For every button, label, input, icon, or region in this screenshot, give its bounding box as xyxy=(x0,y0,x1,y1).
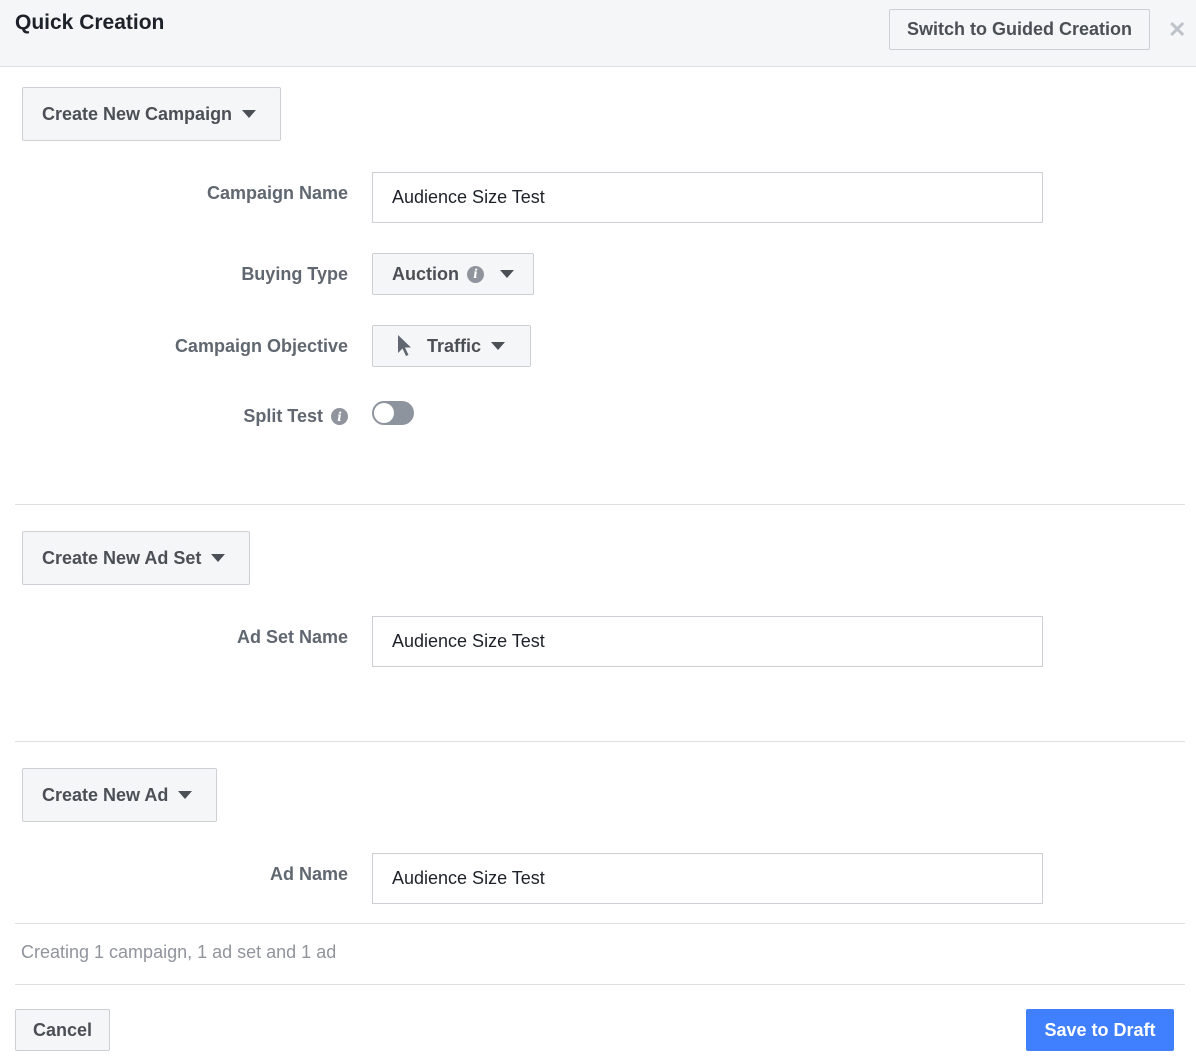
footer-divider xyxy=(15,984,1185,985)
caret-down-icon xyxy=(242,110,257,118)
caret-down-icon xyxy=(211,554,226,562)
buying-type-value: Auction xyxy=(392,263,459,284)
save-to-draft-label: Save to Draft xyxy=(1044,1019,1156,1040)
buying-type-dropdown[interactable]: Auction i xyxy=(372,253,534,295)
section-divider xyxy=(15,923,1185,924)
campaign-objective-value: Traffic xyxy=(427,335,482,356)
section-divider xyxy=(15,741,1185,742)
section-divider xyxy=(15,504,1185,505)
info-icon[interactable]: i xyxy=(467,265,484,283)
dialog-header: Quick Creation Switch to Guided Creation… xyxy=(0,0,1196,67)
caret-down-icon xyxy=(491,342,506,350)
creation-summary: Creating 1 campaign, 1 ad set and 1 ad xyxy=(21,942,337,962)
save-to-draft-button[interactable]: Save to Draft xyxy=(1026,1009,1174,1051)
buying-type-label: Buying Type xyxy=(241,264,348,284)
cancel-label: Cancel xyxy=(32,1019,93,1040)
create-new-ad-set-label: Create New Ad Set xyxy=(42,547,202,568)
close-icon[interactable]: ✕ xyxy=(1168,17,1186,43)
caret-down-icon xyxy=(500,270,514,278)
cursor-arrow-icon xyxy=(398,335,411,356)
create-new-campaign-dropdown[interactable]: Create New Campaign xyxy=(22,87,281,141)
split-test-label: Split Test xyxy=(243,406,323,426)
campaign-objective-label: Campaign Objective xyxy=(174,336,348,356)
split-test-toggle[interactable] xyxy=(372,401,414,425)
campaign-name-input[interactable]: Audience Size Test xyxy=(372,172,1043,223)
ad-name-label: Ad Name xyxy=(269,864,348,884)
switch-to-guided-button[interactable]: Switch to Guided Creation xyxy=(889,9,1150,50)
info-icon[interactable]: i xyxy=(331,408,348,425)
toggle-knob xyxy=(374,403,394,423)
ad-name-input[interactable]: Audience Size Test xyxy=(372,853,1043,904)
create-new-ad-label: Create New Ad xyxy=(42,784,169,805)
campaign-name-label: Campaign Name xyxy=(206,183,348,203)
create-new-campaign-label: Create New Campaign xyxy=(42,103,233,124)
create-new-ad-dropdown[interactable]: Create New Ad xyxy=(22,768,217,822)
cancel-button[interactable]: Cancel xyxy=(15,1009,110,1051)
campaign-objective-dropdown[interactable]: Traffic xyxy=(372,325,531,367)
split-test-label-row: Split Test i xyxy=(243,406,348,427)
ad-set-name-label: Ad Set Name xyxy=(236,627,348,647)
dialog-title: Quick Creation xyxy=(15,11,165,34)
caret-down-icon xyxy=(178,791,193,799)
create-new-ad-set-dropdown[interactable]: Create New Ad Set xyxy=(22,531,250,585)
ad-set-name-input[interactable]: Audience Size Test xyxy=(372,616,1043,667)
switch-to-guided-label: Switch to Guided Creation xyxy=(906,19,1132,39)
